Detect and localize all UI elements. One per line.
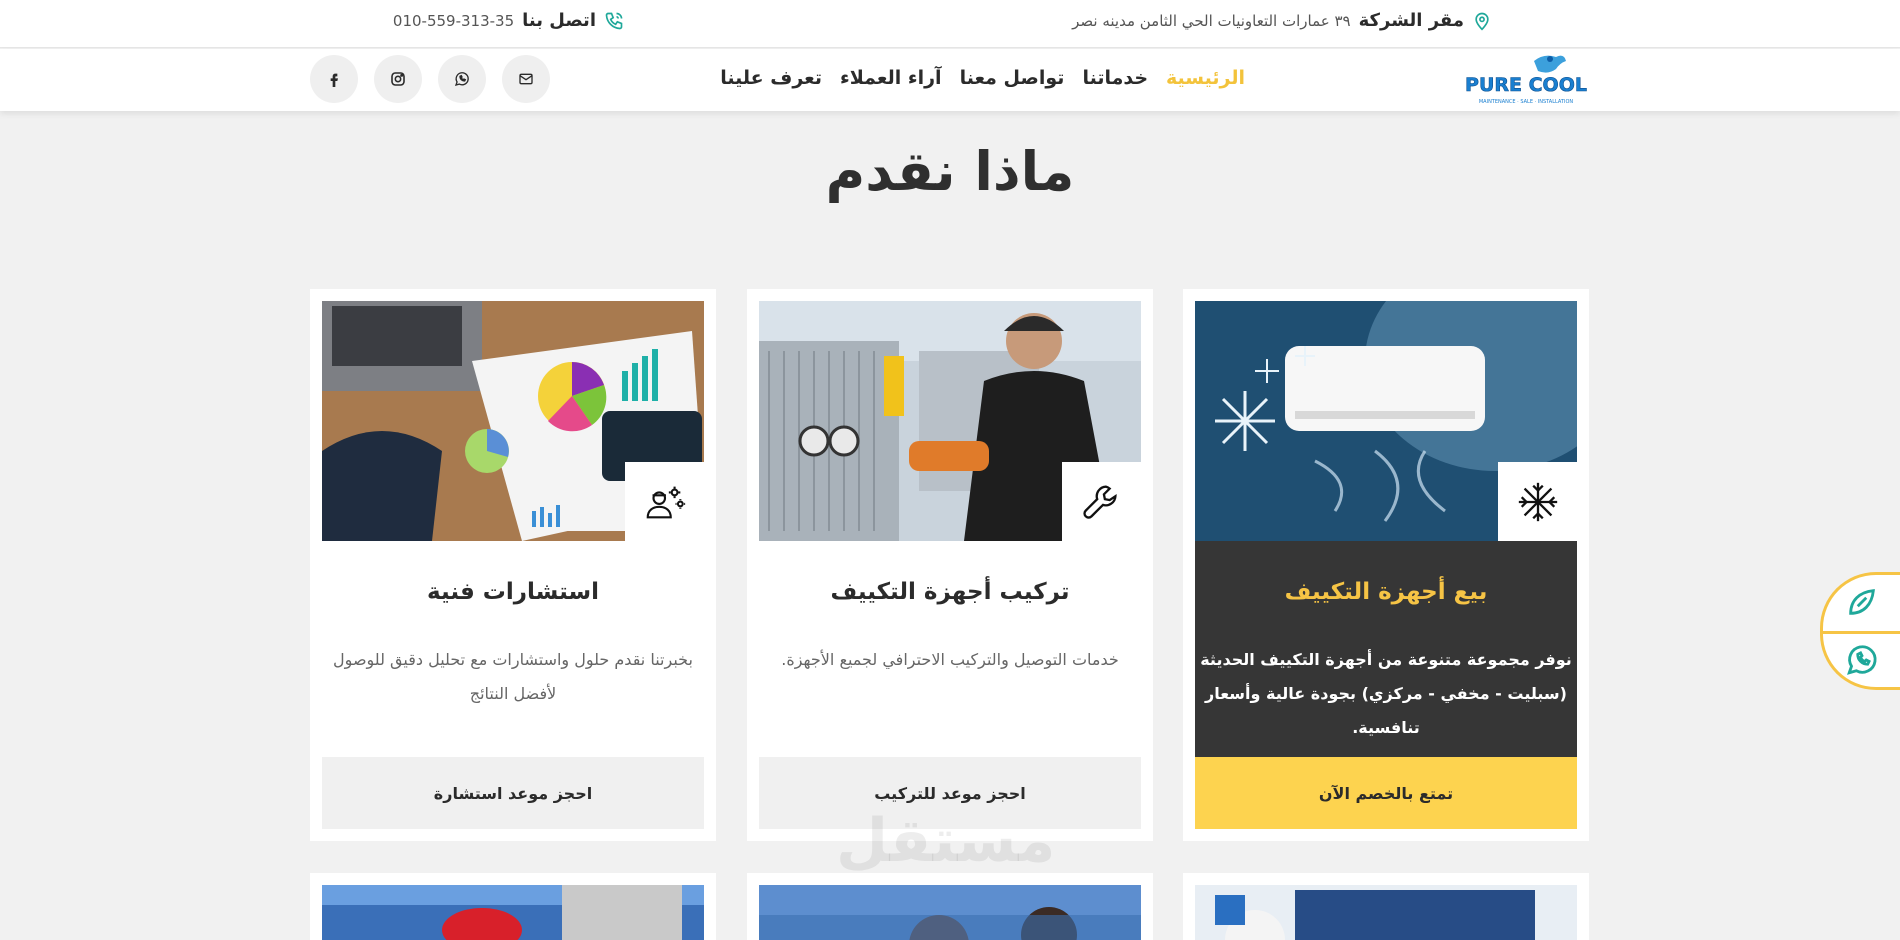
next-card-image	[1195, 885, 1577, 940]
discount-button[interactable]: تمتع بالخصم الآن	[1195, 757, 1577, 829]
service-card-sales: بيع أجهزة التكييف نوفر مجموعة متنوعة من …	[1183, 289, 1589, 841]
book-consultation-button[interactable]: احجز موعد استشارة	[322, 757, 704, 829]
nav-testimonials[interactable]: آراء العملاء	[840, 67, 942, 89]
social-links	[310, 55, 550, 103]
watermark: مستقل	[836, 806, 1056, 876]
pure-cool-logo[interactable]: PURE COOL MAINTENANCE · SALE · INSTALLAT…	[1464, 51, 1588, 109]
phone-label: اتصل بنا	[522, 10, 596, 31]
address-value: ٣٩ عمارات التعاونيات الحي الثامن مدينه ن…	[1072, 11, 1351, 30]
nav-home[interactable]: الرئيسية	[1166, 67, 1245, 89]
snowflake-icon	[1498, 462, 1577, 541]
wrench-icon	[1062, 462, 1141, 541]
card-title: استشارات فنية	[427, 579, 599, 605]
main-navbar: PURE COOL MAINTENANCE · SALE · INSTALLAT…	[0, 49, 1900, 111]
card-description: خدمات التوصيل والتركيب الاحترافي لجميع ا…	[781, 650, 1119, 669]
section-title: ماذا نقدم	[825, 140, 1075, 203]
next-card-image	[322, 885, 704, 940]
card-body: استشارات فنية بخبرتنا نقدم حلول واستشارا…	[322, 541, 704, 757]
technician-gear-icon	[625, 462, 704, 541]
call-leaf-icon[interactable]	[1845, 585, 1879, 619]
contact-phone[interactable]: اتصل بنا 010-559-313-35	[393, 10, 624, 31]
nav-services[interactable]: خدماتنا	[1082, 67, 1148, 89]
card-title: تركيب أجهزة التكييف	[830, 579, 1070, 605]
card-title: بيع أجهزة التكييف	[1284, 579, 1488, 605]
nav-menu: الرئيسية خدماتنا تواصل معنا آراء العملاء…	[720, 67, 1245, 89]
next-card-peek	[1183, 873, 1589, 940]
card-body: بيع أجهزة التكييف نوفر مجموعة متنوعة من …	[1195, 541, 1577, 757]
phone-number[interactable]: 010-559-313-35	[393, 12, 514, 30]
facebook-icon[interactable]	[310, 55, 358, 103]
nav-contact[interactable]: تواصل معنا	[960, 67, 1065, 89]
service-card-consulting: استشارات فنية بخبرتنا نقدم حلول واستشارا…	[310, 289, 716, 841]
service-card-installation: تركيب أجهزة التكييف خدمات التوصيل والترك…	[747, 289, 1153, 841]
chat-phone-icon[interactable]	[1845, 643, 1879, 677]
whatsapp-icon[interactable]	[438, 55, 486, 103]
mail-icon[interactable]	[502, 55, 550, 103]
card-description: نوفر مجموعة متنوعة من أجهزة التكييف الحد…	[1200, 650, 1572, 737]
address-label: مقر الشركة	[1358, 10, 1464, 31]
instagram-icon[interactable]	[374, 55, 422, 103]
logo-text: PURE COOL	[1465, 74, 1587, 96]
logo-tagline: MAINTENANCE · SALE · INSTALLATION	[1479, 99, 1574, 105]
top-bar: مقر الشركة ٣٩ عمارات التعاونيات الحي الث…	[0, 0, 1900, 48]
next-card-image	[759, 885, 1141, 940]
next-card-peek	[310, 873, 716, 940]
phone-icon	[604, 11, 624, 31]
floating-contact-widget	[1820, 572, 1900, 690]
nav-about[interactable]: تعرف علينا	[720, 67, 822, 89]
company-address: مقر الشركة ٣٩ عمارات التعاونيات الحي الث…	[1072, 10, 1492, 31]
card-body: تركيب أجهزة التكييف خدمات التوصيل والترك…	[759, 541, 1141, 757]
location-pin-icon	[1472, 11, 1492, 31]
card-description: بخبرتنا نقدم حلول واستشارات مع تحليل دقي…	[333, 650, 693, 703]
next-card-peek	[747, 873, 1153, 940]
widget-divider	[1823, 631, 1900, 634]
